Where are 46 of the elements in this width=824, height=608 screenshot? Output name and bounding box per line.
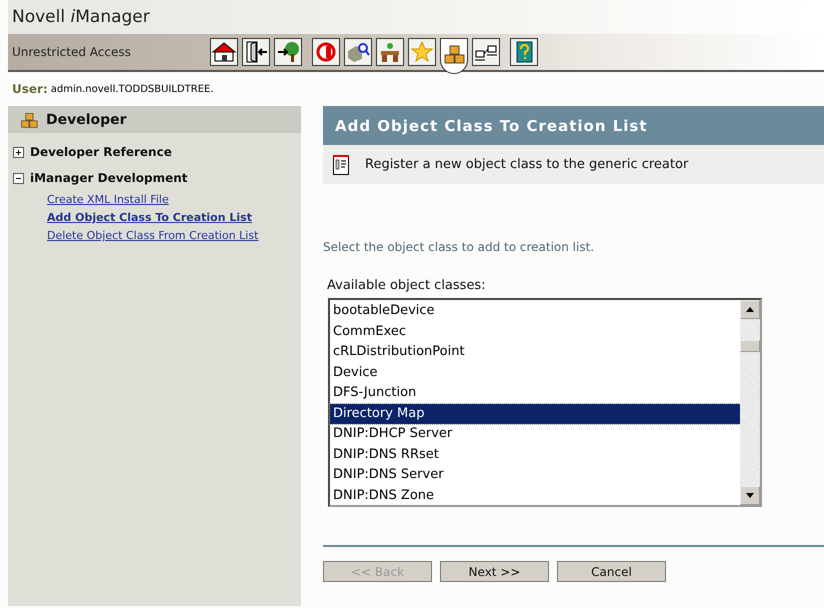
user-label: User: bbox=[12, 82, 48, 96]
page-title: Add Object Class To Creation List bbox=[323, 106, 824, 145]
sidebar-title: Developer bbox=[46, 112, 127, 128]
list-option[interactable]: DNIP:DNS RRset bbox=[330, 444, 740, 465]
toolbar-button[interactable] bbox=[274, 38, 302, 66]
toolbar-button[interactable] bbox=[210, 38, 238, 66]
star-icon bbox=[409, 39, 435, 65]
list-option[interactable]: DNIP:DNS Server bbox=[330, 465, 740, 486]
object-class-list[interactable]: bootableDevice CommExec cRLDistributionPoint Device DFS-Junction Directory Map DNIP:DHCP Server DNIP:DNS RRset DNIP:DNS Server DNIP:DNS Zone bbox=[328, 298, 762, 507]
toolbar-button[interactable] bbox=[510, 38, 538, 66]
toolbar-button[interactable] bbox=[472, 38, 500, 66]
toolbar-button[interactable] bbox=[344, 38, 372, 66]
list-option[interactable]: cRLDistributionPoint bbox=[330, 342, 740, 362]
tree-section[interactable]: iManager Development bbox=[30, 171, 188, 185]
task-link[interactable]: Create XML Install File bbox=[8, 193, 273, 206]
collapse-icon[interactable] bbox=[13, 172, 24, 184]
wizard-button[interactable]: Next >> bbox=[440, 561, 549, 582]
wizard-button[interactable]: Cancel bbox=[557, 561, 666, 582]
user-name: admin.novell.TODDSBUILDTREE. bbox=[50, 84, 214, 94]
app-title: Novell iManager bbox=[12, 7, 150, 27]
list-option[interactable]: DNIP:DNS Zone bbox=[330, 486, 740, 506]
list-option[interactable]: Device bbox=[330, 362, 740, 383]
toolbar-button[interactable] bbox=[440, 38, 468, 74]
boxes-icon bbox=[18, 110, 40, 128]
toolbar-button[interactable] bbox=[242, 38, 270, 66]
scroll-up-icon[interactable] bbox=[740, 300, 760, 319]
list-label: Available object classes: bbox=[327, 278, 487, 293]
task-link[interactable]: Delete Object Class From Creation List bbox=[8, 229, 273, 242]
list-option[interactable]: Directory Map bbox=[330, 404, 740, 424]
scroll-down-icon[interactable] bbox=[740, 486, 760, 505]
access-label: Unrestricted Access bbox=[11, 45, 132, 59]
list-option[interactable]: DNIP:DHCP Server bbox=[330, 424, 740, 444]
toolbar-button[interactable] bbox=[376, 38, 404, 66]
scrollbar[interactable] bbox=[740, 300, 760, 505]
task-link[interactable]: Add Object Class To Creation List bbox=[8, 211, 273, 224]
list-option[interactable]: DFS-Junction bbox=[330, 383, 740, 404]
scroll-thumb[interactable] bbox=[740, 340, 760, 352]
tree-icon bbox=[275, 39, 301, 65]
expand-icon[interactable] bbox=[13, 146, 24, 158]
list-option[interactable]: CommExec bbox=[330, 322, 740, 342]
instruction-text: Select the object class to add to creation list. bbox=[323, 240, 596, 254]
page-description: Register a new object class to the generic creator bbox=[365, 157, 688, 172]
form-icon bbox=[333, 154, 349, 174]
tree-section[interactable]: Developer Reference bbox=[30, 145, 172, 159]
list-option[interactable]: bootableDevice bbox=[330, 301, 740, 322]
toolbar-button[interactable] bbox=[408, 38, 436, 66]
